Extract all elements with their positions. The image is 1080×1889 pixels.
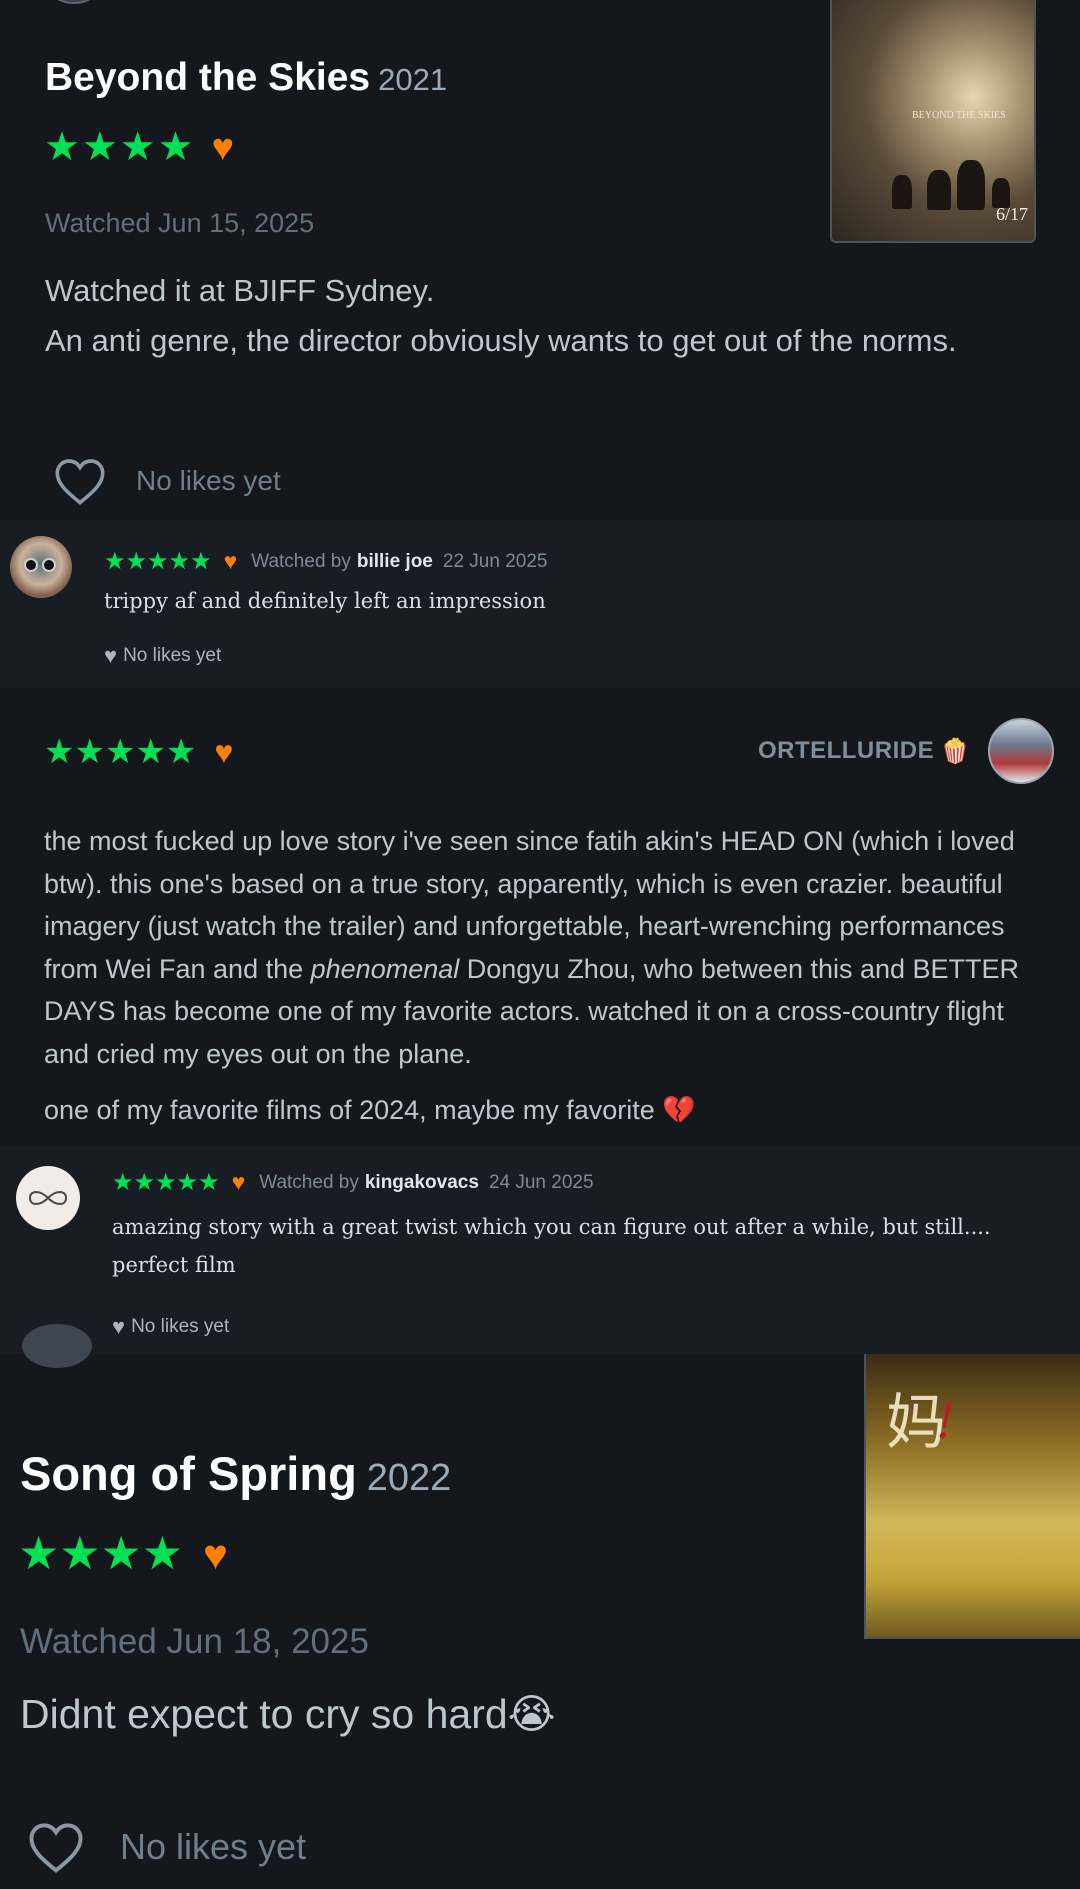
star-rating: ★★★★ ♥ (18, 1526, 228, 1580)
film-title-row[interactable]: Beyond the Skies 2021 (45, 56, 447, 100)
review-text: Watched it at BJIFF Sydney. An anti genr… (45, 266, 1005, 366)
liked-heart-icon: ♥ (231, 1169, 246, 1195)
user-avatar[interactable] (988, 718, 1054, 784)
film-year: 2021 (378, 62, 448, 97)
poster-title: BEYOND THE SKIES (912, 110, 1006, 121)
like-heart-icon[interactable] (52, 456, 108, 506)
liked-heart-icon: ♥ (214, 734, 234, 770)
review-card-kingakovacs: ★★★★★ ♥ Watched by kingakovacs 24 Jun 20… (0, 1146, 1080, 1354)
poster-red-script: ! (936, 1394, 956, 1450)
poster-date: 6/17 (995, 204, 1028, 224)
likes-count-label: No likes yet (136, 465, 281, 496)
comment-date: 24 Jun 2025 (488, 1171, 594, 1193)
like-row: No likes yet (26, 1820, 306, 1874)
like-row: No likes yet (52, 456, 281, 506)
watched-by-label: Watched by (259, 1171, 359, 1193)
infinity-icon (28, 1191, 68, 1205)
comment-date: 22 Jun 2025 (442, 550, 548, 572)
review-card-billie-joe: ★★★★★ ♥ Watched by billie joe 22 Jun 202… (0, 520, 1080, 688)
liked-heart-icon: ♥ (202, 1531, 228, 1578)
like-heart-icon[interactable]: ♥ (104, 643, 117, 669)
username[interactable]: kingakovacs (365, 1172, 479, 1194)
review-card-ortelluride: ★★★★★ ♥ ORTELLURIDE 🍿 the most fucked up … (0, 688, 1080, 1146)
user-avatar[interactable] (16, 1166, 80, 1230)
likes-count-label: No likes yet (123, 645, 222, 666)
username[interactable]: ORTELLURIDE (758, 737, 934, 765)
film-poster[interactable]: BEYOND THE SKIES 6/17 (830, 0, 1036, 243)
reviewer[interactable]: ORTELLURIDE 🍿 (758, 718, 1054, 784)
user-avatar[interactable] (10, 536, 72, 598)
poster-figure (927, 170, 951, 210)
username[interactable]: billie joe (357, 551, 433, 573)
film-poster[interactable]: 妈 ! (864, 1354, 1080, 1639)
stars: ★★★★★ (104, 548, 212, 575)
watched-date: Watched Jun 18, 2025 (20, 1622, 369, 1661)
star-rating: ★★★★★ ♥ (44, 732, 233, 772)
avatar-eye (42, 558, 56, 572)
film-year: 2022 (366, 1457, 452, 1499)
watched-by-label: Watched by (251, 550, 351, 572)
like-heart-icon[interactable]: ♥ (112, 1314, 125, 1340)
review-text: the most fucked up love story i've seen … (44, 820, 1044, 1075)
stars: ★★★★ (18, 1527, 183, 1579)
liked-heart-icon: ♥ (223, 548, 238, 574)
reviewer-avatar[interactable] (22, 1324, 92, 1368)
watched-date: Watched Jun 15, 2025 (45, 208, 315, 238)
film-title[interactable]: Song of Spring (20, 1447, 357, 1500)
like-heart-icon[interactable] (26, 1820, 86, 1874)
reviewer-avatar[interactable] (50, 0, 98, 4)
stars: ★★★★★ (44, 733, 197, 771)
comment-meta: ★★★★★ ♥ Watched by billie joe 22 Jun 202… (104, 547, 547, 576)
stars: ★★★★★ (112, 1169, 220, 1196)
review-text-emphasis: phenomenal (310, 953, 460, 984)
likes-count-label: No likes yet (131, 1316, 230, 1337)
star-rating: ★★★★ ♥ (44, 124, 236, 170)
like-row[interactable]: ♥ No likes yet (112, 1314, 229, 1340)
comment-meta: ★★★★★ ♥ Watched by kingakovacs 24 Jun 20… (112, 1168, 594, 1197)
liked-heart-icon: ♥ (211, 127, 236, 169)
avatar-eye (24, 558, 38, 572)
stars: ★★★★ (44, 125, 196, 169)
review-line: Watched it at BJIFF Sydney. (45, 273, 435, 308)
poster-figure (957, 160, 985, 210)
comment-text: amazing story with a great twist which y… (112, 1215, 991, 1277)
film-title[interactable]: Beyond the Skies (45, 56, 370, 99)
likes-count-label: No likes yet (120, 1826, 307, 1867)
poster-figure (892, 175, 912, 209)
review-text-closing: one of my favorite films of 2024, maybe … (44, 1095, 696, 1125)
comment-text: trippy af and definitely left an impress… (104, 589, 546, 613)
film-title-row[interactable]: Song of Spring 2022 (20, 1446, 451, 1501)
review-text: Didnt expect to cry so hard😭 (20, 1691, 556, 1737)
popcorn-emoji: 🍿 (940, 737, 970, 765)
like-row[interactable]: ♥ No likes yet (104, 643, 221, 669)
review-line: An anti genre, the director obviously wa… (45, 323, 957, 358)
